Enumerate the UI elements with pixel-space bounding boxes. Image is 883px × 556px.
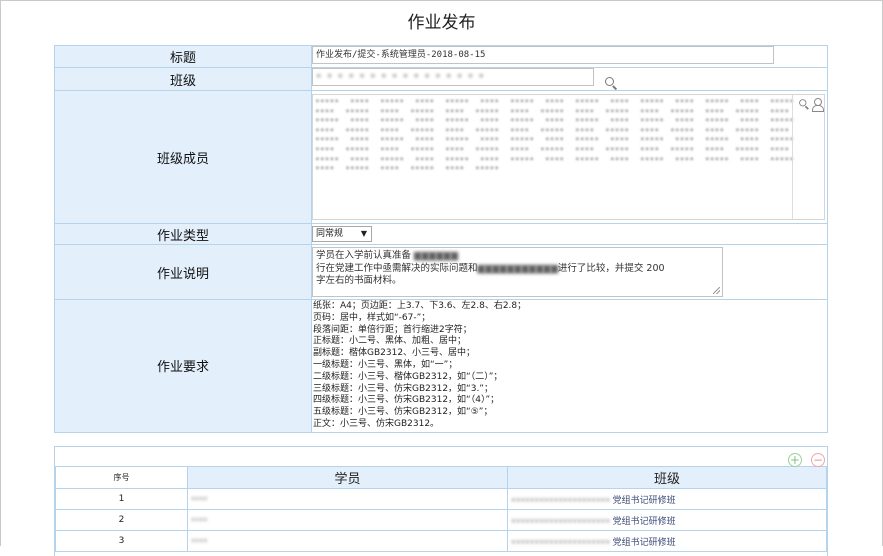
row-student: •••• xyxy=(187,488,508,510)
resize-grip-icon[interactable] xyxy=(713,287,720,294)
col-student-header: 学员 xyxy=(187,466,508,489)
req-list: 纸张：A4；页边距：上3.7、下3.6、左2.8、右2.8； 页码：居中，样式如… xyxy=(312,300,827,432)
page-title: 作业发布 xyxy=(407,13,476,33)
student-list-panel: + − 序号 学员 班级 1 •••• ••••••••••••••••••••… xyxy=(54,446,828,556)
col-index-header: 序号 xyxy=(55,466,188,489)
req-label: 作业要求 xyxy=(54,299,312,433)
search-icon[interactable] xyxy=(604,76,618,90)
req-line: 正标题：小二号、黑体、加粗、居中； xyxy=(313,336,467,347)
req-line: 页码：居中，样式如“-67-”； xyxy=(313,312,431,323)
type-select-value: 同常规 xyxy=(316,229,344,239)
class-label: 班级 xyxy=(54,67,312,91)
members-cell: ••••• •••• ••••• •••• ••••• •••• ••••• •… xyxy=(311,90,828,224)
dropdown-arrow-icon: ▼ xyxy=(360,229,367,238)
req-line: 段落间距：单倍行距；首行缩进2字符； xyxy=(313,324,472,335)
class-input[interactable]: • • • • • • • • • • • • • • • • xyxy=(312,68,594,87)
row-index: 1 xyxy=(55,488,188,510)
panel-toolbar: + − xyxy=(55,447,827,467)
add-row-button[interactable]: + xyxy=(787,453,802,467)
req-line: 正文：小三号、仿宋GB2312。 xyxy=(313,418,440,429)
title-cell: 作业发布/提交-系统管理员-2018-08-15 xyxy=(311,45,828,68)
select-user-icon[interactable] xyxy=(811,98,824,112)
col-class-header: 班级 xyxy=(507,466,827,489)
desc-line-2: 行在党建工作中亟需解决的实际问题和▆▆▆▆▆▆▆▆▆▆▆进行了比较，并提交 20… xyxy=(316,262,665,274)
req-line: 一级标题：小三号、黑体，如“一”； xyxy=(313,359,458,370)
members-listbox[interactable]: ••••• •••• ••••• •••• ••••• •••• ••••• •… xyxy=(312,94,825,220)
table-row[interactable]: 1 •••• ••••••••••••••••••••• 党组书记研修班 xyxy=(55,488,827,510)
homework-form: 标题 作业发布/提交-系统管理员-2018-08-15 班级 • • • • •… xyxy=(54,45,828,433)
desc-textarea[interactable]: 学员在入学前认真准备 ▆▆▆▆▆▆ 行在党建工作中亟需解决的实际问题和▆▆▆▆▆… xyxy=(312,247,723,297)
form-row-class: 班级 • • • • • • • • • • • • • • • • xyxy=(54,67,828,91)
row-class: ••••••••••••••••••••• 党组书记研修班 xyxy=(507,509,827,531)
req-line: 副标题：楷体GB2312、小三号、居中； xyxy=(313,348,476,359)
row-student: •••• xyxy=(187,509,508,531)
row-index: 2 xyxy=(55,509,188,531)
req-line: 四级标题：小三号、仿宋GB2312，如“（4）”； xyxy=(313,395,500,406)
row-class: ••••••••••••••••••••• 党组书记研修班 xyxy=(507,488,827,510)
members-tools xyxy=(792,95,824,219)
desc-line-1: 学员在入学前认真准备 ▆▆▆▆▆▆ xyxy=(316,250,458,261)
type-label: 作业类型 xyxy=(54,223,312,245)
row-index: 3 xyxy=(55,530,188,552)
desc-cell: 学员在入学前认真准备 ▆▆▆▆▆▆ 行在党建工作中亟需解决的实际问题和▆▆▆▆▆… xyxy=(311,244,828,300)
members-list: ••••• •••• ••••• •••• ••••• •••• ••••• •… xyxy=(315,97,794,174)
desc-line-3: 字左右的书面材料。 xyxy=(316,275,402,286)
members-label: 班级成员 xyxy=(54,90,312,224)
remove-row-button[interactable]: − xyxy=(811,453,825,467)
req-line: 三级标题：小三号、仿宋GB2312，如“3.”； xyxy=(313,383,493,394)
title-label: 标题 xyxy=(54,45,312,68)
class-cell: • • • • • • • • • • • • • • • • xyxy=(311,67,828,91)
table-row[interactable]: 3 •••• ••••••••••••••••••••• 党组书记研修班 xyxy=(55,530,827,552)
members-search-icon[interactable] xyxy=(798,98,809,109)
type-cell: 同常规 ▼ xyxy=(311,223,828,245)
table-row[interactable]: 2 •••• ••••••••••••••••••••• 党组书记研修班 xyxy=(55,509,827,531)
form-row-req: 作业要求 纸张：A4；页边距：上3.7、下3.6、左2.8、右2.8； 页码：居… xyxy=(54,299,828,433)
title-input[interactable]: 作业发布/提交-系统管理员-2018-08-15 xyxy=(312,46,774,64)
req-line: 纸张：A4；页边距：上3.7、下3.6、左2.8、右2.8； xyxy=(313,301,527,311)
desc-label: 作业说明 xyxy=(54,244,312,300)
form-row-members: 班级成员 ••••• •••• ••••• •••• ••••• •••• ••… xyxy=(54,90,828,224)
row-student: •••• xyxy=(187,530,508,552)
student-table: 序号 学员 班级 1 •••• ••••••••••••••••••••• 党组… xyxy=(55,466,827,552)
type-select[interactable]: 同常规 ▼ xyxy=(312,226,372,242)
req-line: 五级标题：小三号、仿宋GB2312，如“⑤”； xyxy=(313,407,493,418)
form-row-desc: 作业说明 学员在入学前认真准备 ▆▆▆▆▆▆ 行在党建工作中亟需解决的实际问题和… xyxy=(54,244,828,300)
form-row-type: 作业类型 同常规 ▼ xyxy=(54,223,828,245)
row-class: ••••••••••••••••••••• 党组书记研修班 xyxy=(507,530,827,552)
form-row-title: 标题 作业发布/提交-系统管理员-2018-08-15 xyxy=(54,45,828,68)
table-header: 序号 学员 班级 xyxy=(55,466,827,489)
req-line: 二级标题：小三号、楷体GB2312，如“（二）”； xyxy=(313,371,503,382)
req-cell: 纸张：A4；页边距：上3.7、下3.6、左2.8、右2.8； 页码：居中，样式如… xyxy=(311,299,828,433)
